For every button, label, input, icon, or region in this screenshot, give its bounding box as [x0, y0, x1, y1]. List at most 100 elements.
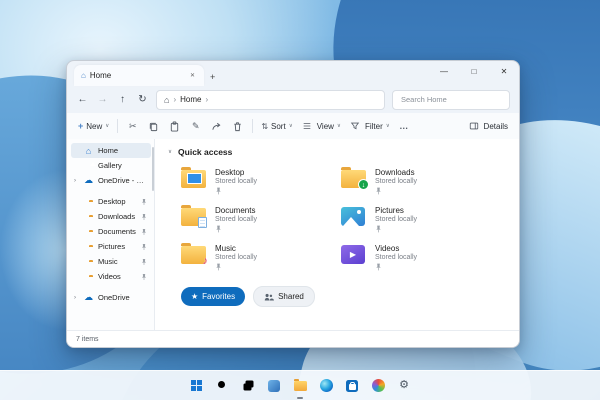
shared-button[interactable]: Shared: [253, 286, 315, 307]
delete-icon[interactable]: [231, 121, 244, 132]
pin-icon: [376, 263, 381, 271]
view-icon: [301, 121, 314, 131]
tile-videos[interactable]: ▶ Videos Stored locally: [341, 242, 493, 271]
people-icon: [264, 293, 275, 300]
chevron-right-icon[interactable]: ›: [74, 178, 79, 184]
minimize-button[interactable]: —: [429, 61, 459, 83]
star-icon: ★: [191, 292, 199, 301]
back-button[interactable]: ←: [76, 94, 89, 105]
tab-home[interactable]: ⌂ Home ✕: [74, 65, 204, 86]
view-label: View: [316, 121, 334, 131]
tile-name: Documents: [215, 206, 256, 215]
widgets-icon[interactable]: [266, 378, 282, 394]
tile-music[interactable]: ♪ Music Stored locally: [181, 242, 333, 271]
new-tab-button[interactable]: +: [210, 72, 215, 82]
tile-documents[interactable]: Documents Stored locally: [181, 204, 333, 233]
pin-icon: [216, 263, 221, 271]
up-button[interactable]: ↑: [116, 94, 129, 105]
settings-gear-icon[interactable]: ⚙: [396, 378, 412, 394]
filter-button[interactable]: Filter ∨: [349, 121, 390, 131]
chevron-down-icon[interactable]: ∨: [168, 149, 172, 155]
quick-access-header[interactable]: ∨ Quick access: [168, 147, 509, 157]
cut-icon[interactable]: ✂: [126, 121, 139, 132]
pin-icon: [142, 198, 146, 205]
edge-icon[interactable]: [318, 378, 334, 394]
home-icon: ⌂: [85, 145, 92, 156]
chevron-right-icon[interactable]: ›: [74, 295, 79, 301]
navigation-pane: ⌂ Home Gallery › ☁ OneDrive - Pers...: [67, 139, 155, 331]
chevron-down-icon: ∨: [105, 123, 110, 129]
sidebar-scrollbar[interactable]: [152, 147, 154, 191]
tile-subtitle: Stored locally: [375, 216, 418, 223]
running-indicator: [297, 396, 303, 399]
tile-name: Pictures: [375, 206, 404, 215]
paste-icon[interactable]: [168, 120, 181, 132]
store-icon[interactable]: [344, 378, 360, 394]
tile-name: Desktop: [215, 168, 245, 177]
quick-access-grid: Desktop Stored locally ↓ Downloads Store…: [181, 166, 509, 271]
tile-desktop[interactable]: Desktop Stored locally: [181, 166, 333, 195]
forward-button[interactable]: →: [96, 94, 109, 105]
pin-icon: [142, 228, 146, 235]
tab-strip[interactable]: ⌂ Home ✕ + — □ ✕: [67, 61, 519, 86]
tab-label: Home: [89, 71, 112, 80]
sidebar-item-desktop[interactable]: Desktop: [71, 194, 151, 209]
sidebar-item-music[interactable]: Music: [71, 254, 151, 269]
pin-icon: [142, 258, 146, 265]
search-icon[interactable]: [214, 378, 230, 394]
chevron-right-icon[interactable]: ›: [205, 95, 208, 104]
refresh-button[interactable]: ↻: [136, 94, 149, 105]
sidebar-item-label: Music: [98, 257, 118, 266]
photos-icon[interactable]: [370, 378, 386, 394]
home-tab-icon: ⌂: [81, 71, 86, 80]
tile-subtitle: Stored locally: [375, 254, 418, 261]
sidebar-item-videos[interactable]: Videos: [71, 269, 151, 284]
details-pane-icon: [468, 121, 481, 131]
search-box[interactable]: [392, 89, 510, 110]
onedrive-cloud-icon: ☁: [84, 175, 93, 185]
address-bar[interactable]: ⌂ › Home ›: [156, 89, 385, 110]
sort-button[interactable]: ⇅ Sort ∨: [261, 122, 292, 131]
sidebar-item-downloads[interactable]: Downloads: [71, 209, 151, 224]
desktop-folder-icon: [181, 166, 207, 189]
sidebar-item-documents[interactable]: Documents: [71, 224, 151, 239]
downloads-folder-icon: ↓: [341, 166, 369, 190]
details-button[interactable]: Details: [468, 121, 508, 131]
start-button[interactable]: [188, 378, 204, 394]
sidebar-item-pictures[interactable]: Pictures: [71, 239, 151, 254]
more-options-icon[interactable]: …: [398, 121, 411, 131]
section-title: Quick access: [178, 147, 233, 157]
tile-pictures[interactable]: Pictures Stored locally: [341, 204, 493, 233]
pin-icon: [376, 187, 381, 195]
section-pills: ★ Favorites Shared: [181, 286, 509, 307]
sidebar-item-onedrive[interactable]: › ☁ OneDrive: [71, 290, 151, 305]
close-button[interactable]: ✕: [489, 61, 519, 83]
breadcrumb[interactable]: Home: [180, 95, 201, 104]
rename-icon[interactable]: ✎: [189, 121, 202, 132]
tab-close-icon[interactable]: ✕: [188, 71, 197, 80]
chevron-down-icon: ∨: [336, 123, 341, 129]
sidebar-item-onedrive-personal[interactable]: › ☁ OneDrive - Pers...: [71, 173, 151, 188]
tile-name: Videos: [375, 244, 400, 253]
window-body: ⌂ Home Gallery › ☁ OneDrive - Pers...: [67, 139, 519, 331]
new-button[interactable]: + New ∨: [78, 121, 109, 131]
view-button[interactable]: View ∨: [301, 121, 341, 131]
search-input[interactable]: [399, 94, 503, 105]
tile-downloads[interactable]: ↓ Downloads Stored locally: [341, 166, 493, 195]
maximize-button[interactable]: □: [459, 61, 489, 83]
sidebar-item-label: Documents: [98, 227, 136, 236]
file-explorer-icon[interactable]: [292, 378, 308, 399]
copy-icon[interactable]: [147, 121, 160, 132]
sidebar-item-label: Downloads: [98, 212, 136, 221]
pin-icon: [376, 225, 381, 233]
home-icon[interactable]: ⌂: [164, 95, 169, 105]
task-view-icon[interactable]: [240, 378, 256, 394]
share-icon[interactable]: [210, 121, 223, 132]
favorites-button[interactable]: ★ Favorites: [181, 287, 246, 306]
sort-label: Sort: [271, 121, 286, 131]
filter-funnel-icon: [349, 121, 362, 131]
sidebar-item-home[interactable]: ⌂ Home: [71, 143, 151, 158]
sidebar-item-label: Pictures: [98, 242, 126, 251]
sidebar-item-gallery[interactable]: Gallery: [71, 158, 151, 173]
pin-icon: [216, 225, 221, 233]
